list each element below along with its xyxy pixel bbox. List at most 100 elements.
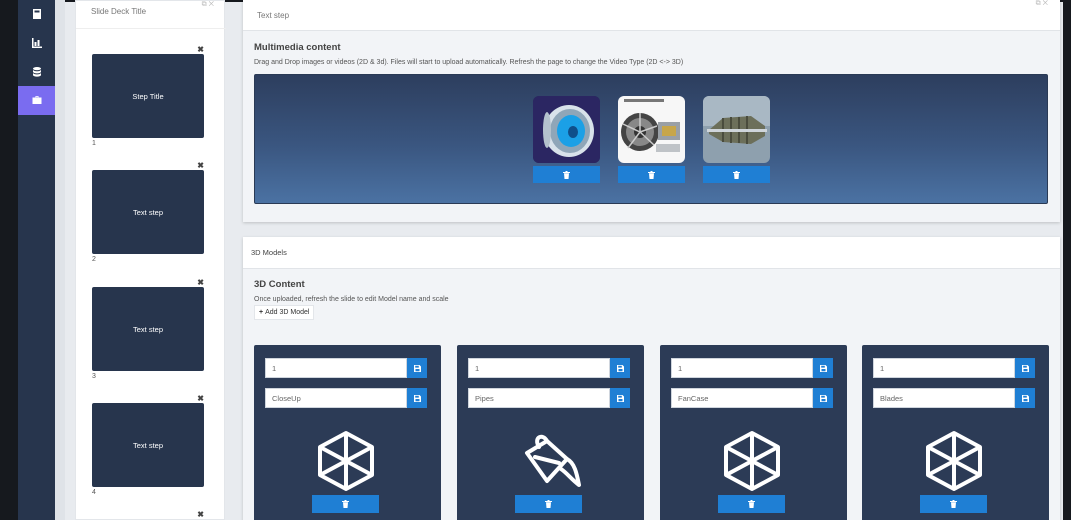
- trash-icon: [648, 170, 655, 179]
- slide-number: 4: [92, 489, 96, 496]
- save-scale-button[interactable]: [1015, 358, 1035, 378]
- trash-icon: [950, 500, 957, 508]
- delete-media-button[interactable]: [618, 166, 685, 183]
- slide-thumbnail[interactable]: Text step: [92, 287, 204, 371]
- panel-window-controls[interactable]: ⧉✕: [202, 1, 216, 9]
- slide-thumbnail[interactable]: Text step: [92, 170, 204, 254]
- plus-icon: +: [259, 309, 264, 316]
- model-card: [254, 345, 441, 520]
- add-3d-model-button[interactable]: + Add 3D Model: [254, 305, 315, 320]
- divider: [76, 28, 226, 29]
- save-name-button[interactable]: [407, 388, 427, 408]
- save-scale-button[interactable]: [813, 358, 833, 378]
- floppy-disk-icon: [819, 394, 827, 402]
- slide-number: 2: [92, 256, 96, 263]
- media-item[interactable]: [703, 96, 770, 183]
- model-card: [457, 345, 644, 520]
- icon-sidebar: [18, 0, 55, 520]
- save-scale-button[interactable]: [407, 358, 427, 378]
- delete-model-button[interactable]: [515, 495, 582, 513]
- floppy-disk-icon: [616, 394, 624, 402]
- 3d-content-section-title: 3D Content: [254, 279, 305, 290]
- trash-icon: [563, 170, 570, 179]
- model-name-input[interactable]: [873, 388, 1015, 408]
- model-name-input[interactable]: [265, 388, 407, 408]
- models-panel-header: 3D Models: [243, 237, 1060, 269]
- cube-icon: [922, 429, 986, 493]
- slide-item[interactable]: ✖ Step Title 1: [92, 45, 204, 147]
- close-icon[interactable]: ✖: [197, 510, 204, 519]
- slide-item[interactable]: ✖ Text step 3: [92, 278, 204, 380]
- model-scale-input[interactable]: [671, 358, 813, 378]
- delete-media-button[interactable]: [703, 166, 770, 183]
- slide-item[interactable]: ✖ Text step 4: [92, 394, 204, 496]
- bar-chart-icon: [31, 35, 42, 53]
- slide-thumbnail[interactable]: Step Title: [92, 54, 204, 138]
- step-panel-header: Text step ⧉✕: [243, 0, 1060, 31]
- engine-fan-image[interactable]: [533, 96, 600, 163]
- delete-model-button[interactable]: [718, 495, 785, 513]
- nav-briefcase[interactable]: [18, 86, 55, 115]
- floppy-disk-icon: [819, 364, 827, 372]
- multimedia-help-text: Drag and Drop images or videos (2D & 3d)…: [254, 59, 684, 66]
- slide-deck-title[interactable]: Slide Deck Title: [91, 7, 146, 16]
- close-icon[interactable]: ✖: [197, 278, 204, 287]
- step-panel: Text step ⧉✕ Multimedia content Drag and…: [243, 0, 1060, 222]
- cube-icon: [314, 429, 378, 493]
- delete-model-button[interactable]: [312, 495, 379, 513]
- close-icon[interactable]: ✖: [197, 394, 204, 403]
- trash-icon: [748, 500, 755, 508]
- model-scale-input[interactable]: [265, 358, 407, 378]
- close-icon[interactable]: ✖: [197, 45, 204, 54]
- turbine-shaft-image[interactable]: [703, 96, 770, 163]
- slide-number: 3: [92, 373, 96, 380]
- database-icon: [32, 64, 42, 82]
- floppy-disk-icon: [413, 394, 421, 402]
- panel-window-controls[interactable]: ⧉✕: [1036, 0, 1050, 8]
- model-card: [862, 345, 1049, 520]
- 3d-content-help-text: Once uploaded, refresh the slide to edit…: [254, 296, 449, 303]
- slide-thumbnail[interactable]: Text step: [92, 403, 204, 487]
- save-scale-button[interactable]: [610, 358, 630, 378]
- slide-number: 1: [92, 140, 96, 147]
- models-title: 3D Models: [251, 248, 287, 257]
- save-name-button[interactable]: [813, 388, 833, 408]
- media-item[interactable]: [533, 96, 600, 183]
- trash-icon: [342, 500, 349, 508]
- media-drop-zone[interactable]: [254, 74, 1048, 204]
- trash-icon: [545, 500, 552, 508]
- layout-gutter: [55, 0, 65, 520]
- engine-diagram-image[interactable]: [618, 96, 685, 163]
- save-name-button[interactable]: [1015, 388, 1035, 408]
- model-card: [660, 345, 847, 520]
- media-item[interactable]: [618, 96, 685, 183]
- model-scale-input[interactable]: [873, 358, 1015, 378]
- paint-bucket-icon: [517, 429, 581, 493]
- delete-model-button[interactable]: [920, 495, 987, 513]
- floppy-disk-icon: [413, 364, 421, 372]
- models-panel: 3D Models 3D Content Once uploaded, refr…: [243, 237, 1060, 520]
- floppy-disk-icon: [1021, 394, 1029, 402]
- window-frame-right: [1063, 0, 1071, 520]
- add-3d-model-label: Add 3D Model: [265, 309, 310, 316]
- floppy-disk-icon: [1021, 364, 1029, 372]
- cube-icon: [720, 429, 784, 493]
- floppy-disk-icon: [616, 364, 624, 372]
- slide-item[interactable]: ✖ Text step 2: [92, 161, 204, 263]
- step-title[interactable]: Text step: [257, 11, 289, 20]
- window-frame-left: [0, 0, 18, 520]
- model-name-input[interactable]: [671, 388, 813, 408]
- briefcase-icon: [32, 92, 42, 110]
- nav-database[interactable]: [18, 58, 55, 87]
- slide-deck-panel: Slide Deck Title ⧉✕ ✖ Step Title 1 ✖ Tex…: [75, 0, 226, 520]
- nav-chart[interactable]: [18, 29, 55, 58]
- nav-book[interactable]: [18, 0, 55, 29]
- save-name-button[interactable]: [610, 388, 630, 408]
- book-icon: [32, 6, 42, 24]
- delete-media-button[interactable]: [533, 166, 600, 183]
- close-icon[interactable]: ✖: [197, 161, 204, 170]
- multimedia-section-title: Multimedia content: [254, 42, 341, 53]
- model-name-input[interactable]: [468, 388, 610, 408]
- model-scale-input[interactable]: [468, 358, 610, 378]
- trash-icon: [733, 170, 740, 179]
